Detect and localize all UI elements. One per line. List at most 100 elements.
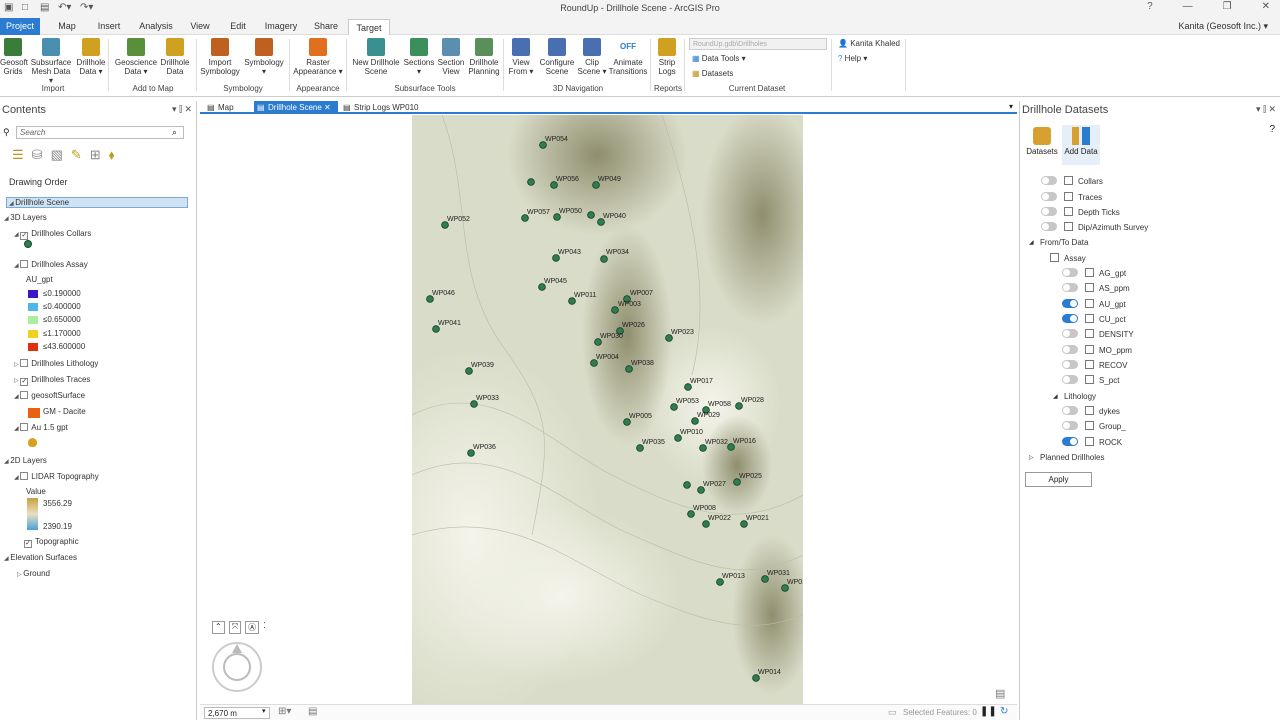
- dataset-item-label[interactable]: Group_: [1099, 422, 1126, 431]
- search-input[interactable]: Search: [16, 126, 184, 139]
- layer-toggle[interactable]: [1062, 299, 1078, 308]
- scale-input[interactable]: 2,670 m: [204, 707, 270, 719]
- collapse-icon[interactable]: ⌃: [212, 621, 225, 634]
- toc-item[interactable]: ≤0.190000: [43, 289, 81, 298]
- layer-toggle[interactable]: [1041, 176, 1057, 185]
- layer-toggle[interactable]: [1062, 360, 1078, 369]
- visibility-checkbox[interactable]: [20, 423, 29, 431]
- toc-item[interactable]: ≤1.170000: [43, 329, 81, 338]
- layer-toggle[interactable]: [1041, 207, 1057, 216]
- configure-scene-button[interactable]: Configure Scene: [537, 38, 577, 76]
- dataset-item-label[interactable]: Depth Ticks: [1078, 208, 1120, 217]
- pin-icon[interactable]: ⁚: [263, 621, 266, 634]
- scale-dropdown-icon[interactable]: ▾: [262, 707, 266, 715]
- datasets-tool[interactable]: Datasets: [1024, 125, 1060, 165]
- layer-toggle[interactable]: [1062, 375, 1078, 384]
- toc-item[interactable]: ≤0.400000: [43, 302, 81, 311]
- dataset-item-label[interactable]: dykes: [1099, 407, 1120, 416]
- tab-insert[interactable]: Insert: [90, 18, 128, 35]
- toc-item[interactable]: ◢ 2D Layers: [4, 456, 47, 465]
- list-by-snapping-icon[interactable]: ⊞: [90, 147, 101, 163]
- close-icon[interactable]: ✕: [1262, 1, 1270, 12]
- full-extent-icon[interactable]: ⤧: [228, 621, 242, 634]
- toc-item[interactable]: ✓ Topographic: [24, 537, 79, 548]
- doc-tab[interactable]: ▤ Map: [204, 101, 252, 114]
- toc-item[interactable]: ≤0.650000: [43, 315, 81, 324]
- dataset-item-label[interactable]: RECOV: [1099, 361, 1127, 370]
- pause-icon[interactable]: ❚❚: [980, 706, 997, 717]
- expand-icon[interactable]: ▷: [1029, 454, 1034, 461]
- visibility-checkbox[interactable]: [20, 391, 29, 399]
- minimize-icon[interactable]: —: [1183, 1, 1193, 12]
- dataset-item-label[interactable]: From/To Data: [1040, 238, 1088, 247]
- animate-transitions-button[interactable]: OFF Animate Transitions: [607, 38, 649, 76]
- visibility-checkbox[interactable]: [20, 260, 29, 268]
- current-dataset-combo[interactable]: RoundUp.gdb\Drillholes: [689, 38, 827, 50]
- grid-icon[interactable]: ▤: [308, 706, 317, 717]
- toc-item[interactable]: ◢ 3D Layers: [4, 213, 47, 222]
- layer-toggle[interactable]: [1062, 345, 1078, 354]
- doc-tab[interactable]: ▤ Drillhole Scene ✕: [254, 101, 338, 114]
- help-button[interactable]: ? Help ▾: [838, 54, 867, 63]
- pane-controls[interactable]: ▾ ⫿ ✕: [1256, 104, 1276, 115]
- dataset-item-label[interactable]: AG_gpt: [1099, 269, 1126, 278]
- user-name[interactable]: 👤 Kanita Khaled: [838, 39, 900, 48]
- new-drillhole-scene-button[interactable]: New Drillhole Scene: [350, 38, 402, 76]
- drillhole-collar[interactable]: [683, 481, 691, 489]
- tab-menu-icon[interactable]: ▾: [1009, 102, 1013, 111]
- collapse-icon[interactable]: ◢: [1053, 393, 1058, 400]
- import-symbology-button[interactable]: Import Symbology: [198, 38, 242, 76]
- user-menu[interactable]: Kanita (Geosoft Inc.) ▾: [1178, 21, 1268, 32]
- drillhole-planning-button[interactable]: Drillhole Planning: [466, 38, 502, 76]
- toc-item[interactable]: Value: [26, 487, 46, 496]
- layer-toggle[interactable]: [1062, 437, 1078, 446]
- collapse-icon[interactable]: ◢: [1029, 239, 1034, 246]
- search-icon[interactable]: ⌕: [172, 127, 177, 138]
- refresh-icon[interactable]: ↻: [1000, 706, 1008, 717]
- help-icon[interactable]: ?: [1269, 124, 1275, 135]
- add-data-tool[interactable]: Add Data: [1062, 125, 1100, 165]
- doc-tab[interactable]: ▤ Strip Logs WP010: [340, 101, 430, 114]
- list-by-source-icon[interactable]: ⛁: [32, 147, 43, 163]
- pane-controls[interactable]: ▾ ⫿ ✕: [172, 104, 192, 115]
- tab-imagery[interactable]: Imagery: [258, 18, 304, 35]
- view-from-button[interactable]: View From ▾: [506, 38, 536, 76]
- toc-item[interactable]: 2390.19: [43, 522, 72, 531]
- drillhole-collar[interactable]: [587, 211, 595, 219]
- tab-share[interactable]: Share: [308, 18, 344, 35]
- symbology-button[interactable]: Symbology ▾: [241, 38, 287, 76]
- drillhole-collar[interactable]: [600, 255, 608, 263]
- raster-appearance-button[interactable]: Raster Appearance ▾: [292, 38, 344, 76]
- layer-toggle[interactable]: [1062, 283, 1078, 292]
- layer-toggle[interactable]: [1062, 268, 1078, 277]
- data-tools-button[interactable]: ▦ Data Tools ▾: [692, 54, 746, 63]
- clip-scene-button[interactable]: Clip Scene ▾: [576, 38, 608, 76]
- scene-canvas[interactable]: WP054 WP056 WP049 WP057 WP050 WP040 WP052 WP043…: [412, 115, 803, 705]
- heading-icon[interactable]: Ⓐ: [245, 621, 260, 634]
- tab-analysis[interactable]: Analysis: [133, 18, 179, 35]
- dataset-item-label[interactable]: MO_ppm: [1099, 346, 1132, 355]
- toc-item[interactable]: ◢ Elevation Surfaces: [4, 553, 77, 562]
- navigator-inner-ring[interactable]: [223, 653, 251, 681]
- dataset-item-label[interactable]: AS_ppm: [1099, 284, 1130, 293]
- dataset-item-label[interactable]: Assay: [1064, 254, 1086, 263]
- section-view-button[interactable]: Section View: [436, 38, 466, 76]
- tab-map[interactable]: Map: [48, 18, 86, 35]
- geoscience-data-button[interactable]: Geoscience Data ▾: [114, 38, 158, 76]
- dataset-item-label[interactable]: Collars: [1078, 177, 1103, 186]
- restore-icon[interactable]: ❐: [1223, 1, 1232, 12]
- layer-toggle[interactable]: [1062, 314, 1078, 323]
- datasets-button[interactable]: ▦ Datasets: [692, 69, 733, 78]
- tab-edit[interactable]: Edit: [222, 18, 254, 35]
- layer-toggle[interactable]: [1041, 192, 1057, 201]
- list-by-drawing-order-icon[interactable]: ☰: [12, 147, 24, 163]
- toc-item[interactable]: ▷ Ground: [17, 569, 50, 578]
- toc-item[interactable]: ≤43.600000: [43, 342, 85, 351]
- filter-icon[interactable]: ⚲: [3, 127, 10, 138]
- list-by-editing-icon[interactable]: ✎: [71, 147, 82, 163]
- toc-item[interactable]: ◢ geosoftSurface: [14, 391, 85, 400]
- toc-item[interactable]: ◢ ✓ Drillholes Collars: [14, 229, 91, 240]
- tab-view[interactable]: View: [183, 18, 217, 35]
- visibility-checkbox[interactable]: ✓: [20, 378, 29, 386]
- toc-item[interactable]: ◢ LIDAR Topography: [14, 472, 99, 481]
